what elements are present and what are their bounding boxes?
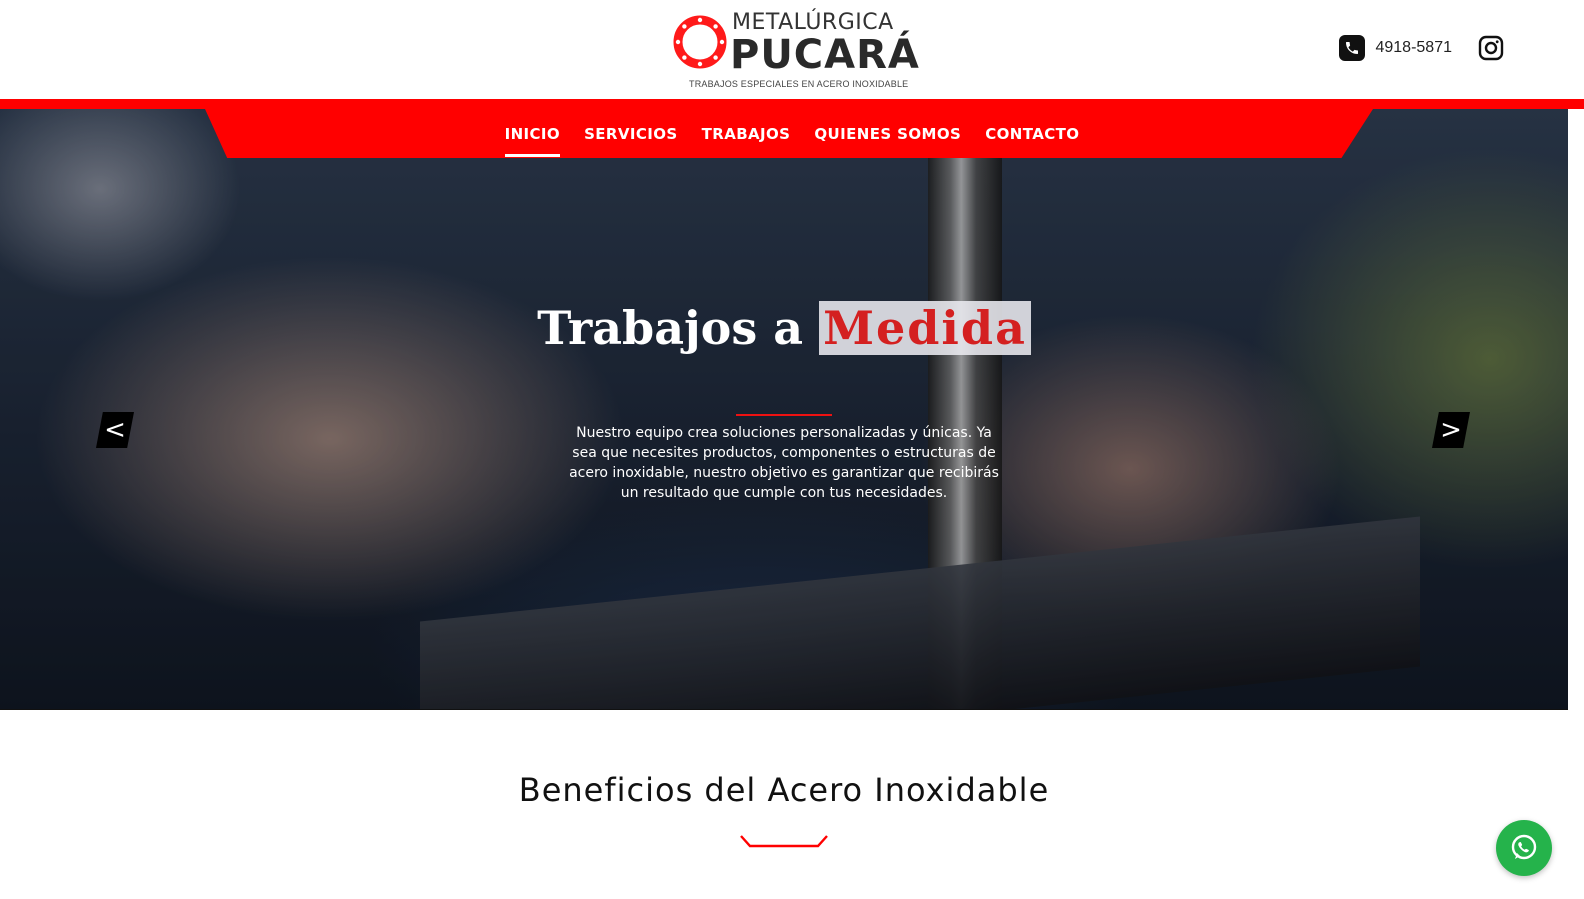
nav-item-inicio[interactable]: INICIO bbox=[504, 125, 561, 157]
logo-ring-icon bbox=[673, 15, 727, 69]
header-accent-bar bbox=[0, 99, 1584, 109]
nav-item-servicios[interactable]: SERVICIOS bbox=[584, 125, 678, 143]
site-header: METALÚRGICA PUCARÁ TRABAJOS ESPECIALES E… bbox=[0, 0, 1584, 99]
hero-divider bbox=[736, 414, 832, 416]
phone-icon[interactable] bbox=[1339, 35, 1366, 61]
header-contact: 4918-5871 bbox=[1339, 35, 1504, 61]
hero-overlay bbox=[0, 109, 1568, 709]
hero-title-prefix: Trabajos a bbox=[537, 301, 804, 355]
instagram-icon[interactable] bbox=[1478, 35, 1504, 61]
nav-item-quienes-somos[interactable]: QUIENES SOMOS bbox=[814, 125, 961, 143]
hero-title: Trabajos a Medida bbox=[0, 301, 1568, 355]
brand-logo[interactable]: METALÚRGICA PUCARÁ TRABAJOS ESPECIALES E… bbox=[672, 8, 919, 92]
hero-slider: INICIO SERVICIOS TRABAJOS QUIENES SOMOS … bbox=[0, 109, 1568, 710]
phone-number[interactable]: 4918-5871 bbox=[1375, 39, 1452, 57]
section-divider bbox=[740, 835, 828, 848]
whatsapp-button[interactable] bbox=[1496, 820, 1552, 876]
main-nav: INICIO SERVICIOS TRABAJOS QUIENES SOMOS … bbox=[0, 109, 1568, 158]
nav-item-trabajos[interactable]: TRABAJOS bbox=[702, 125, 791, 143]
whatsapp-icon bbox=[1511, 834, 1537, 860]
hero-description: Nuestro equipo crea soluciones personali… bbox=[569, 425, 999, 501]
nav-item-contacto[interactable]: CONTACTO bbox=[985, 125, 1079, 143]
logo-main-text: PUCARÁ bbox=[730, 32, 920, 78]
logo-tagline: TRABAJOS ESPECIALES EN ACERO INOXIDABLE bbox=[689, 79, 909, 89]
section-title: Beneficios del Acero Inoxidable bbox=[518, 771, 1050, 809]
hero-title-highlight: Medida bbox=[819, 301, 1031, 355]
